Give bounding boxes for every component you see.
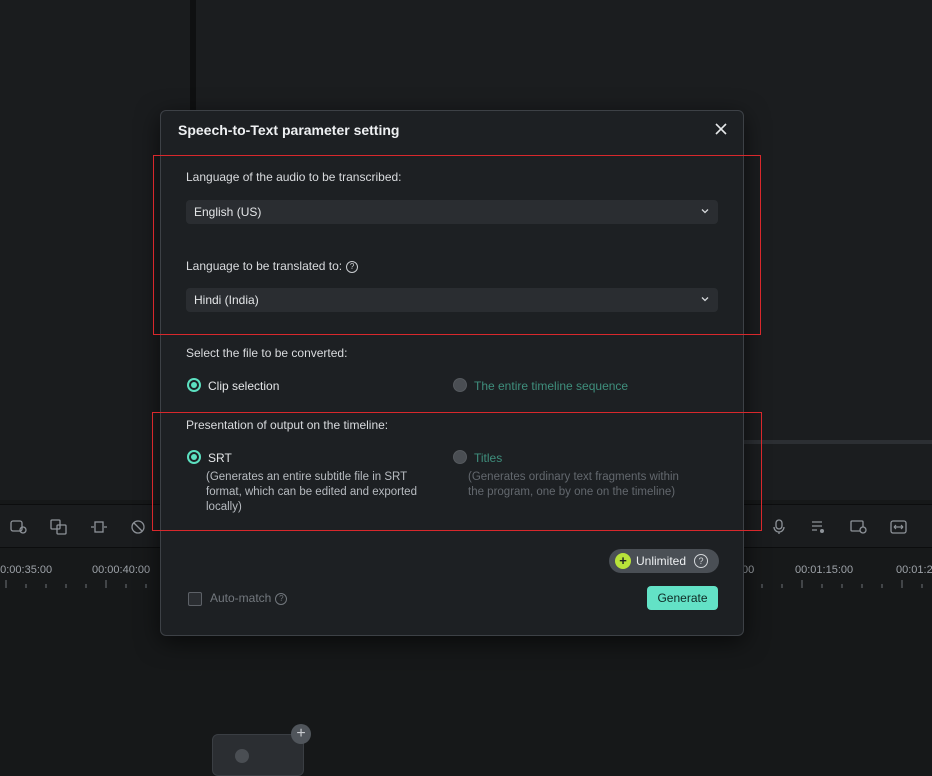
clip-thumbnail [235, 749, 249, 763]
close-icon [715, 123, 727, 135]
quota-badge[interactable]: + Unlimited ? [609, 549, 719, 573]
auto-match-label[interactable]: Auto-match? [210, 591, 288, 605]
titles-label[interactable]: Titles [474, 451, 502, 465]
dialog-title: Speech-to-Text parameter setting [178, 122, 400, 138]
microphone-icon[interactable] [770, 519, 788, 535]
translate-language-label: Language to be translated to:? [186, 259, 359, 273]
titles-desc-line: the program, one by one on the timeline) [468, 486, 676, 498]
music-list-icon[interactable] [810, 519, 828, 535]
text-translate-icon[interactable] [50, 519, 68, 535]
translate-language-label-text: Language to be translated to: [186, 259, 343, 273]
titles-desc-line: (Generates ordinary text fragments withi… [468, 471, 679, 483]
clip-selection-label[interactable]: Clip selection [208, 379, 279, 393]
srt-desc-line: locally) [206, 501, 242, 513]
presentation-label: Presentation of output on the timeline: [186, 418, 389, 432]
titles-description: (Generates ordinary text fragments withi… [468, 470, 679, 500]
srt-description: (Generates an entire subtitle file in SR… [206, 470, 417, 515]
auto-match-label-text: Auto-match [210, 591, 272, 605]
radio-clip-selection[interactable] [187, 378, 201, 392]
srt-desc-line: format, which can be edited and exported [206, 486, 417, 498]
translate-language-select[interactable]: Hindi (India) [186, 288, 718, 312]
help-icon[interactable]: ? [346, 261, 359, 273]
file-select-label: Select the file to be converted: [186, 346, 348, 360]
radio-titles[interactable] [453, 450, 467, 464]
chevron-down-icon [701, 297, 709, 302]
help-icon[interactable]: ? [275, 593, 288, 605]
chevron-down-icon [701, 209, 709, 214]
ruler-label: 00:00:35:00 [0, 564, 53, 576]
timeline-clip[interactable] [212, 734, 304, 776]
srt-desc-line: (Generates an entire subtitle file in SR… [206, 471, 408, 483]
audio-language-label: Language of the audio to be transcribed: [186, 170, 402, 184]
entire-timeline-label[interactable]: The entire timeline sequence [474, 379, 628, 393]
auto-match-checkbox[interactable] [188, 592, 202, 606]
radio-srt[interactable] [187, 450, 201, 464]
ruler-label: 00:01:2 [896, 564, 932, 576]
srt-label[interactable]: SRT [208, 451, 232, 465]
ruler-label: 00:01:15:00 [795, 564, 854, 576]
audio-language-select[interactable]: English (US) [186, 200, 718, 224]
speech-to-text-icon[interactable] [10, 519, 28, 535]
fit-timeline-icon[interactable] [890, 519, 908, 535]
preview-render-icon[interactable] [850, 519, 868, 535]
ruler-label: 00:00:40:00 [92, 564, 151, 576]
preview-scrollbar[interactable] [744, 440, 932, 444]
quota-label: Unlimited [636, 554, 687, 568]
translate-language-value: Hindi (India) [194, 293, 259, 307]
help-icon[interactable]: ? [694, 554, 708, 568]
add-track-button[interactable]: + [291, 724, 311, 744]
effect-icon[interactable] [130, 519, 148, 535]
generate-button[interactable]: Generate [647, 586, 718, 610]
radio-entire-timeline[interactable] [453, 378, 467, 392]
close-button[interactable] [711, 119, 731, 139]
plus-icon: + [615, 553, 631, 569]
speech-to-text-dialog: Speech-to-Text parameter setting Languag… [160, 110, 744, 636]
clip-resize-icon[interactable] [90, 519, 108, 535]
audio-language-value: English (US) [194, 205, 262, 219]
